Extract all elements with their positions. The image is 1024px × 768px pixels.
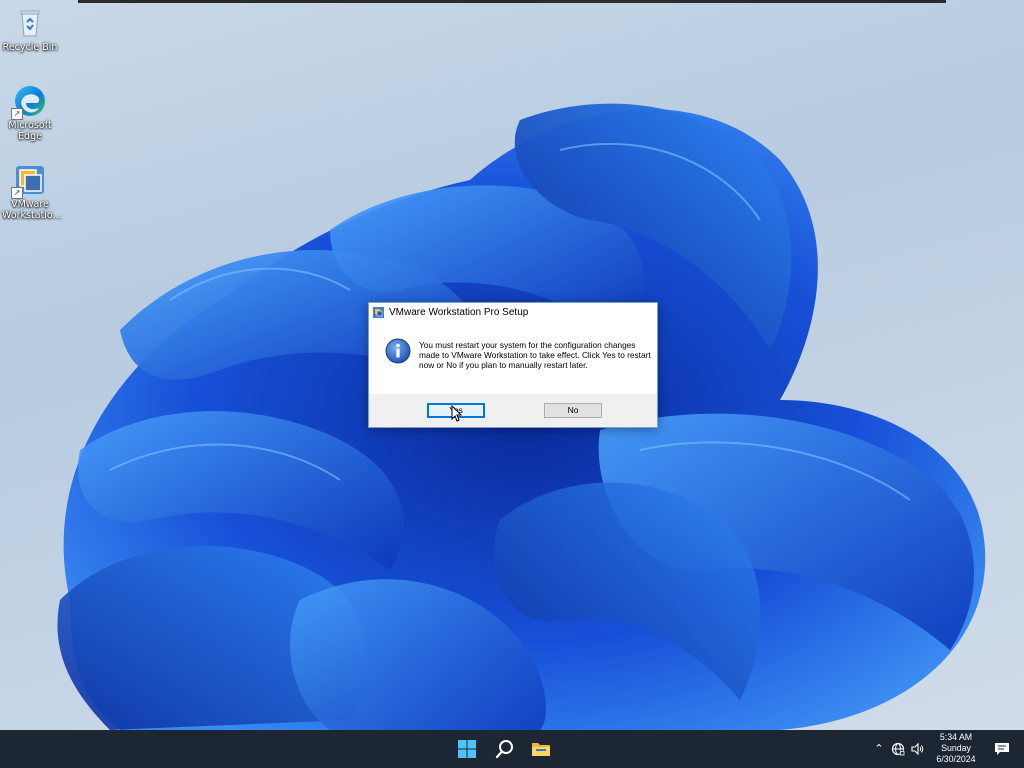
dialog-titlebar[interactable]: VMware Workstation Pro Setup [369,303,657,321]
recycle-bin-icon [13,6,47,40]
notification-icon[interactable] [994,742,1010,756]
desktop-icon-vmware-workstation[interactable]: ↗ VMware Workstatio... [2,163,62,221]
dialog-message: You must restart your system for the con… [419,340,651,370]
dialog-footer: Yes No [369,394,657,427]
taskbar-clock[interactable]: 5:34 AM Sunday 6/30/2024 [928,732,984,765]
desktop-icon-recycle-bin[interactable]: Recycle Bin [2,6,58,53]
no-button[interactable]: No [544,403,602,418]
clock-time: 5:34 AM [939,732,973,742]
desktop-icon-label: Microsoft Edge [8,120,52,142]
mouse-cursor-icon [451,405,463,422]
start-icon[interactable] [457,739,477,759]
restart-dialog: VMware Workstation Pro Setup You must re… [368,302,658,428]
desktop: Recycle Bin ↗ Microsoft Edge ↗ VMware Wo… [0,0,1024,768]
search-icon[interactable] [495,739,515,759]
desktop-icon-label: VMware Workstatio... [2,199,62,221]
shortcut-arrow-icon: ↗ [11,108,23,120]
network-icon[interactable] [891,742,905,756]
chevron-up-icon[interactable]: ⌃ [872,742,886,756]
clock-day: Sunday [941,743,971,753]
dialog-body: You must restart your system for the con… [369,321,657,394]
dialog-title: VMware Workstation Pro Setup [389,306,529,318]
top-edge-bar [78,0,946,3]
clock-date: 6/30/2024 [936,754,976,764]
edge-icon: ↗ [11,84,47,120]
desktop-icon-microsoft-edge[interactable]: ↗ Microsoft Edge [2,84,58,142]
vmware-setup-icon [373,306,384,318]
taskbar: ⌃ 5:34 AM Sunday 6/30/2024 [0,730,1024,768]
file-explorer-icon[interactable] [531,739,551,759]
desktop-icon-label: Recycle Bin [2,42,58,53]
shortcut-arrow-icon: ↗ [11,187,23,199]
info-icon [385,338,411,364]
speaker-icon[interactable] [910,742,924,756]
vmware-workstation-icon: ↗ [11,163,47,199]
